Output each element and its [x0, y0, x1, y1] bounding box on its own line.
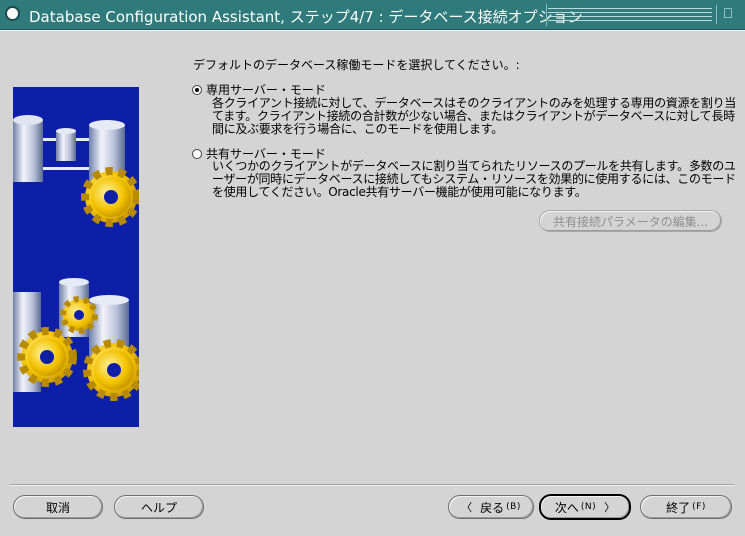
back-label: 戻る	[480, 500, 505, 515]
cancel-button[interactable]: 取消	[13, 495, 103, 519]
finish-button[interactable]: 終了 (F)	[640, 495, 732, 519]
title-grip-line	[548, 8, 712, 9]
finish-label: 終了	[666, 500, 691, 515]
database-gears-image	[13, 115, 139, 401]
back-button[interactable]: 〈 戻る (B)	[448, 495, 534, 519]
title-bar[interactable]: Database Configuration Assistant, ステップ4/…	[0, 0, 745, 30]
back-hint: (B)	[506, 502, 521, 512]
chevron-left-icon: 〈	[461, 501, 473, 514]
maximize-icon[interactable]: ⎕	[716, 5, 739, 24]
dedicated-server-description: 各クライアント接続に対して、データベースはそのクライアントのみを処理する専用の資…	[212, 96, 736, 136]
title-separator	[546, 4, 547, 26]
edit-shared-params-label: 共有接続パラメータの編集...	[552, 214, 709, 229]
help-label: ヘルプ	[140, 500, 177, 515]
next-button[interactable]: 次へ (N) 〉	[539, 494, 631, 520]
chevron-right-icon: 〉	[604, 501, 616, 514]
shared-server-description: いくつかのクライアントがデータベースに割り当てられたリソースのプールを共有します…	[212, 159, 736, 199]
dedicated-server-radio[interactable]	[192, 84, 202, 95]
edit-shared-params-button[interactable]: 共有接続パラメータの編集...	[539, 210, 722, 232]
next-hint: (N)	[580, 502, 597, 512]
database-illustration	[13, 87, 139, 427]
title-grip-line	[548, 20, 712, 21]
window-title: Database Configuration Assistant, ステップ4/…	[29, 8, 583, 26]
finish-hint: (F)	[692, 502, 706, 512]
help-button[interactable]: ヘルプ	[114, 495, 204, 519]
title-grip-line	[548, 16, 712, 17]
next-label: 次へ	[554, 500, 579, 515]
wizard-panel: デフォルトのデータベース稼働モードを選択してください。: 専用サーバー・モード …	[0, 30, 745, 536]
title-grip-line	[548, 12, 712, 13]
shared-server-radio[interactable]	[192, 148, 202, 159]
footer-separator	[10, 484, 734, 486]
window-menu-icon[interactable]	[5, 6, 20, 21]
mode-prompt: デフォルトのデータベース稼働モードを選択してください。:	[193, 58, 520, 72]
cancel-label: 取消	[45, 500, 70, 515]
